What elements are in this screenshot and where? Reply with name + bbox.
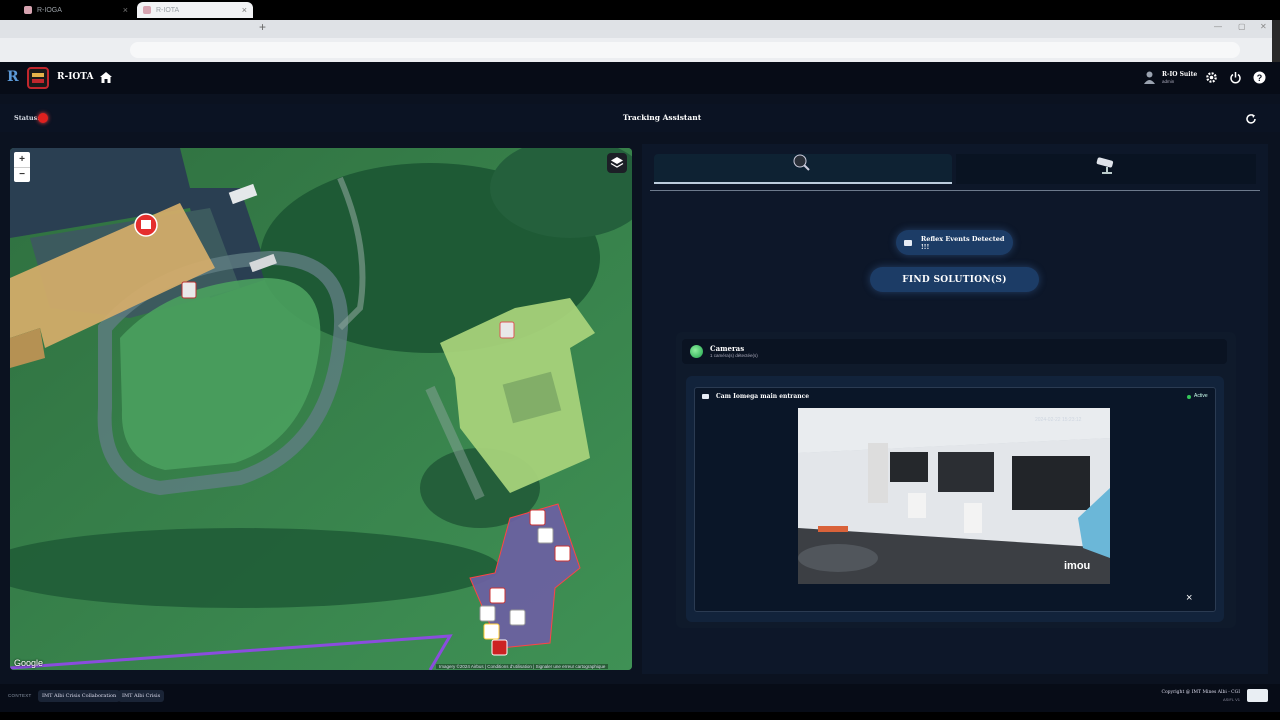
- home-icon[interactable]: [100, 72, 112, 83]
- app-footer: [0, 684, 1280, 712]
- browser-tab-title: R-IOGA: [37, 6, 62, 14]
- video-camera-icon: [702, 394, 709, 399]
- footer-logo-icon: [1247, 689, 1268, 702]
- rio-logo-icon: R: [7, 69, 19, 85]
- reflex-events-badge[interactable]: Reflex Events Detected !!!: [896, 230, 1013, 255]
- context-chip[interactable]: IMT Albi Crisis: [118, 690, 165, 702]
- close-camera-button[interactable]: ×: [1186, 592, 1192, 604]
- map-attribution[interactable]: Imagery ©2024 Airbus | Conditions d'util…: [436, 664, 609, 669]
- browser-tab-2[interactable]: R-IOTA ×: [137, 2, 253, 18]
- riota-logo-icon: [27, 67, 49, 89]
- help-icon[interactable]: ?: [1253, 71, 1266, 84]
- tab-close-icon[interactable]: ×: [242, 5, 247, 15]
- video-brand-watermark: imou: [1064, 560, 1091, 572]
- cameras-count: 1 caméra(s) détectée(s): [710, 353, 758, 358]
- power-icon[interactable]: [1229, 71, 1242, 84]
- screen-bottom-bar: [0, 712, 1280, 720]
- settings-icon[interactable]: [1205, 71, 1218, 84]
- zoom-out-button[interactable]: −: [14, 168, 30, 183]
- camera-status: Active: [1194, 393, 1208, 399]
- map-zoom-control: + −: [14, 152, 30, 182]
- tab-tracking[interactable]: [654, 154, 952, 184]
- camera-video-feed[interactable]: [798, 408, 1110, 584]
- browser-tab-title: R-IOTA: [156, 6, 180, 14]
- browser-tab-1[interactable]: R-IOGA ×: [18, 2, 134, 18]
- find-solutions-button[interactable]: FIND SOLUTION(S): [870, 267, 1039, 292]
- video-timestamp: 2024-02-22 15:23:12: [1035, 417, 1082, 423]
- maximize-icon[interactable]: ▢: [1238, 22, 1246, 31]
- user-avatar-icon[interactable]: [1144, 71, 1155, 84]
- tab-close-icon[interactable]: ×: [123, 5, 128, 15]
- browser-tab-strip: [0, 20, 1280, 38]
- context-label: CONTEXT: [8, 693, 32, 698]
- new-tab-button[interactable]: +: [259, 20, 266, 34]
- app-header: [0, 62, 1280, 94]
- window-close-icon[interactable]: ✕: [1260, 22, 1267, 31]
- reflex-events-label: Reflex Events Detected !!!: [920, 234, 1005, 251]
- search-person-icon: [793, 154, 810, 171]
- svg-text:?: ?: [1257, 73, 1263, 83]
- copyright: Copyright @ IMT Mines Albi - CGI: [1161, 690, 1240, 695]
- app-version: ASIFL V1: [1223, 697, 1240, 702]
- user-role: admin: [1162, 79, 1175, 84]
- user-name: R-IO Suite: [1162, 71, 1198, 78]
- camera-active-indicator: [1187, 395, 1191, 399]
- satellite-map[interactable]: [10, 148, 632, 670]
- camera-name: Cam Iomega main entrance: [716, 393, 810, 400]
- cameras-title: Cameras: [710, 344, 745, 353]
- map-provider-logo: Google: [14, 658, 44, 668]
- cameras-status-icon: [690, 345, 703, 358]
- tabs-divider: [650, 190, 1260, 191]
- minimize-icon[interactable]: —: [1214, 22, 1222, 31]
- refresh-icon[interactable]: [1245, 112, 1257, 124]
- screen-edge: [1272, 20, 1280, 62]
- status-indicator: [38, 113, 48, 123]
- layers-icon[interactable]: [607, 153, 627, 173]
- page-title: Tracking Assistant: [622, 113, 702, 122]
- context-chip[interactable]: IMT Albi Crisis Collaboration: [38, 690, 121, 702]
- tab-cameras[interactable]: [956, 154, 1256, 184]
- video-camera-icon: [904, 239, 912, 246]
- status-label: Status:: [14, 114, 40, 122]
- zoom-in-button[interactable]: +: [14, 152, 30, 168]
- tab-favicon-icon: [24, 6, 32, 14]
- cameras-header[interactable]: [682, 339, 1227, 364]
- address-bar[interactable]: [130, 42, 1240, 58]
- security-camera-icon: [1096, 157, 1114, 174]
- tab-favicon-icon: [143, 6, 151, 14]
- app-title: R-IOTA: [57, 72, 94, 82]
